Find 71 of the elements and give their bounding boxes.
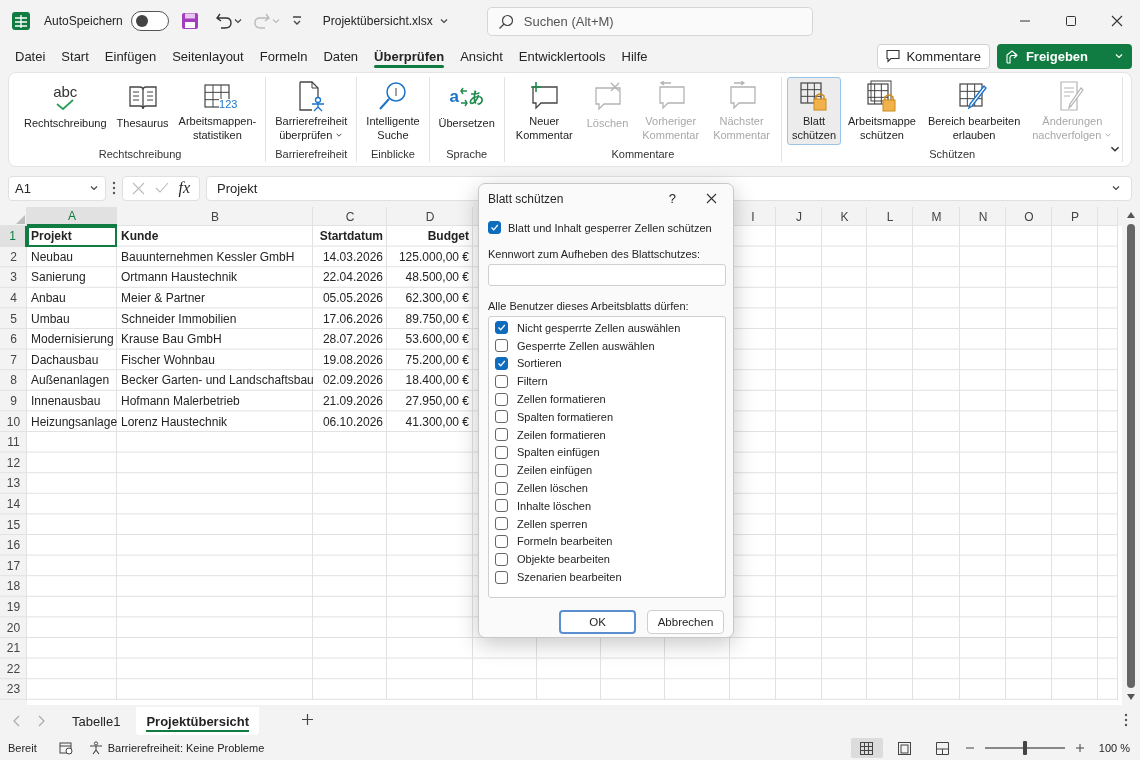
table-cell-text: 02.09.2026: [321, 372, 384, 390]
table-cell-text: Modernisierung: [30, 331, 115, 349]
column-heading-cell: Projekt: [27, 226, 117, 247]
table-cell-text: 21.09.2026: [321, 393, 384, 411]
table-cell-text: 48.500,00 €: [404, 269, 470, 287]
permissions-label: Alle Benutzer dieses Arbeitsblatts dürfen:: [488, 300, 690, 312]
column-heading-cell-text: Budget: [426, 228, 470, 246]
table-cell-text: 22.04.2026: [321, 269, 384, 287]
table-cell-text: 14.03.2026: [321, 248, 384, 266]
checkbox-label: Blatt und Inhalt gesperrer Zellen schützen: [508, 221, 712, 234]
group-label: Rechtschreibung: [98, 148, 182, 162]
checkbox-label: Spalten einfügen: [517, 446, 600, 459]
group-label: Schützen: [929, 148, 976, 162]
group-label: Barrierefreiheit: [275, 148, 348, 162]
group-label: Kommentare: [611, 148, 675, 162]
icon-text: a: [449, 90, 459, 104]
checkbox-label: Filtern: [517, 375, 548, 388]
table-cell-text: Meier & Partner: [120, 290, 207, 308]
icon-text: abc: [53, 83, 78, 99]
checkbox-label: Objekte bearbeiten: [517, 553, 610, 566]
table-cell-text: Krause Bau GmbH: [120, 331, 223, 349]
dialog-title: Blatt schützen: [488, 191, 564, 206]
column-heading-cell-text: Kunde: [120, 228, 160, 246]
icon-text: 123: [219, 99, 238, 110]
table-cell-text: 05.05.2026: [321, 290, 384, 308]
table-cell-text: Ortmann Haustechnik: [120, 269, 239, 287]
table-cell-text: 89.750,00 €: [404, 310, 470, 328]
checkbox-label: Formeln bearbeiten: [517, 535, 613, 548]
autosave-label: AutoSpeichern: [44, 14, 123, 28]
group-label: Sprache: [446, 148, 488, 162]
table-cell-text: 06.10.2026: [321, 413, 384, 431]
table-cell-text: Fischer Wohnbau: [120, 351, 216, 369]
checkbox-label: Zellen sperren: [517, 517, 588, 530]
table-cell-text: Becker Garten- und Landschaftsbau: [120, 372, 313, 390]
table-cell-text: Außenanlagen: [30, 372, 111, 390]
table-cell-text: Innenausbau: [30, 393, 102, 411]
checkbox-label: Szenarien bearbeiten: [517, 571, 622, 584]
table-cell-text: Sanierung: [30, 269, 87, 287]
icon-text: あ: [468, 90, 484, 104]
password-label: Kennwort zum Aufheben des Blattschutzes:: [488, 248, 702, 260]
checkbox-label: Nicht gesperrte Zellen auswählen: [517, 321, 681, 334]
table-cell-text: Umbau: [30, 310, 71, 328]
checkbox-label: Zellen löschen: [517, 482, 588, 495]
status-text: Bereit: [8, 742, 37, 754]
checkbox-label: Inhalte löschen: [517, 499, 591, 512]
group-label: Einblicke: [370, 148, 415, 162]
checkbox-label: Zeilen einfügen: [517, 464, 593, 477]
table-cell-text: 125.000,00 €: [397, 248, 470, 266]
table-cell-text: 17.06.2026: [321, 310, 384, 328]
table-cell-text: 53.600,00 €: [404, 331, 470, 349]
checkbox-label: Sortieren: [517, 357, 562, 370]
table-cell-text: Bauunternehmen Kessler GmbH: [120, 248, 296, 266]
table-cell-text: 27.950,00 €: [404, 393, 470, 411]
column-heading-cell-text: Startdatum: [318, 228, 384, 246]
table-cell-text: Anbau: [30, 290, 67, 308]
table-cell-text: Neubau: [30, 248, 75, 266]
table-cell-text: Lorenz Haustechnik: [120, 413, 229, 431]
table-cell-text: Heizungsanlage: [30, 413, 117, 431]
table-cell-text: Schneider Immobilien: [120, 310, 238, 328]
checkbox-label: Zeilen formatieren: [517, 428, 606, 441]
table-cell-text: 62.300,00 €: [404, 290, 470, 308]
table-cell-text: 19.08.2026: [321, 351, 384, 369]
table-cell-text: Dachausbau: [30, 351, 100, 369]
checkbox-label: Gesperrte Zellen auswählen: [517, 339, 655, 352]
table-cell-text: Hofmann Malerbetrieb: [120, 393, 241, 411]
table-cell-text: 28.07.2026: [321, 331, 384, 349]
checkbox-label: Zellen formatieren: [517, 393, 606, 406]
table-cell-text: 75.200,00 €: [404, 351, 470, 369]
table-cell-text: 41.300,00 €: [404, 413, 470, 431]
table-cell-text: 18.400,00 €: [404, 372, 470, 390]
checkbox-label: Spalten formatieren: [517, 410, 613, 423]
